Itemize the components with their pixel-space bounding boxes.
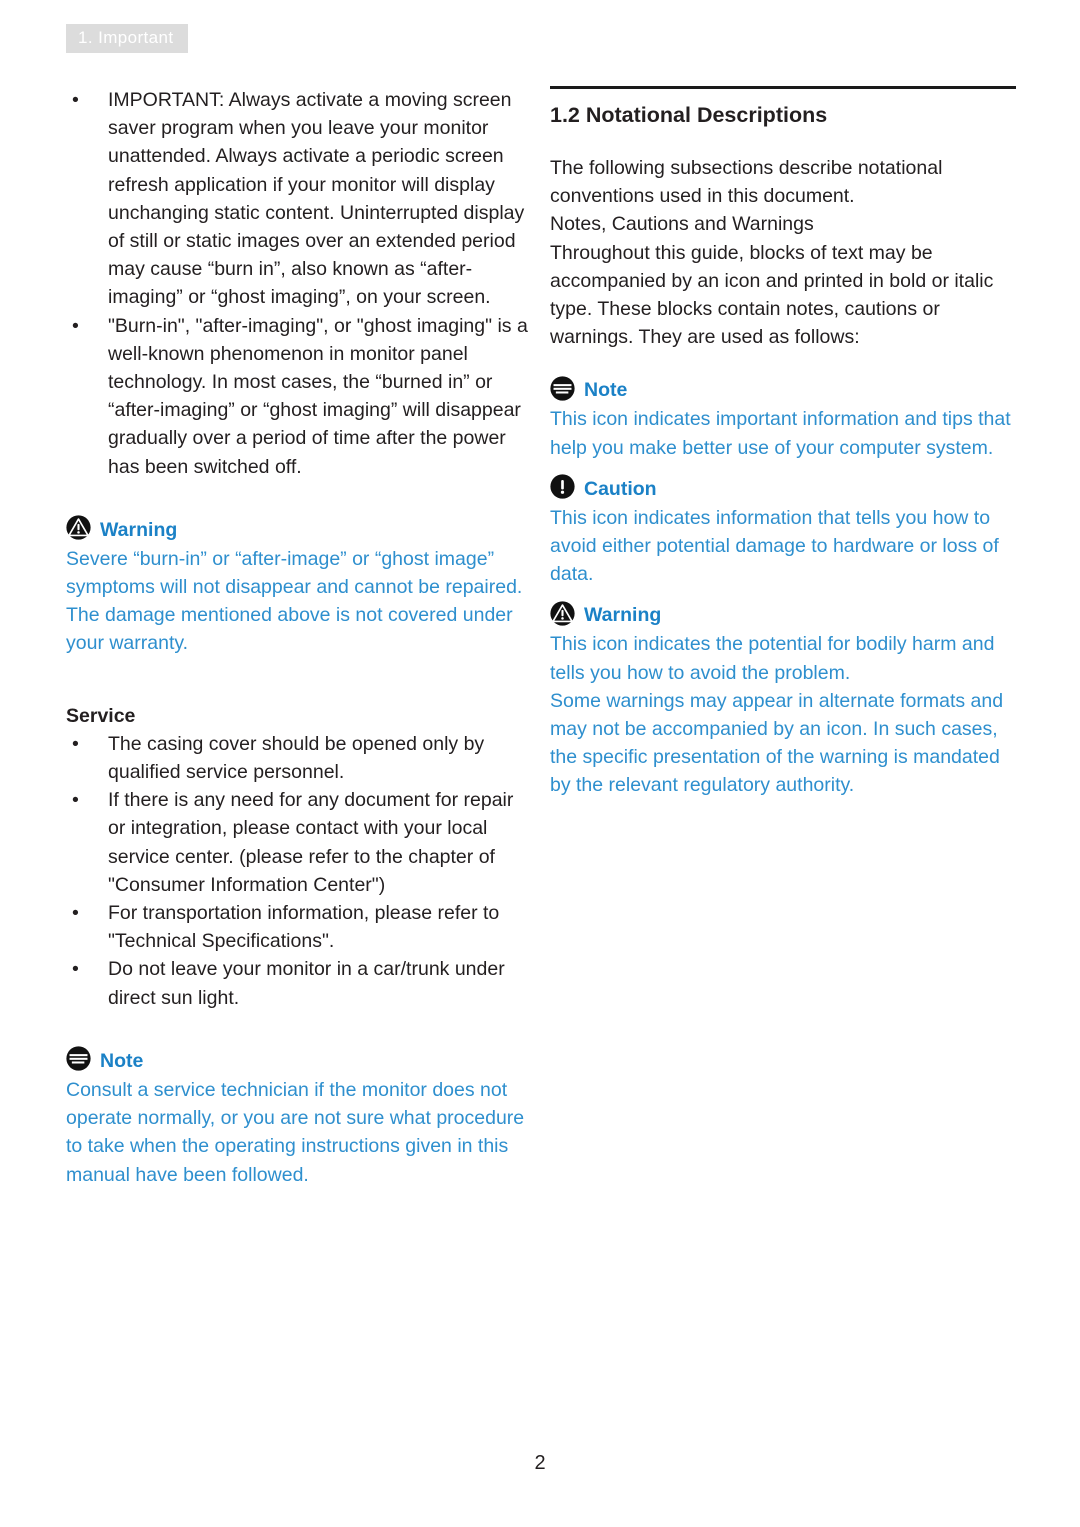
warning-triangle-icon	[66, 515, 91, 545]
bullet-text: For transportation information, please r…	[108, 902, 500, 953]
warning-triangle-icon	[550, 601, 575, 631]
bullet-text: IMPORTANT: Always activate a moving scre…	[108, 89, 525, 309]
list-item: • IMPORTANT: Always activate a moving sc…	[66, 86, 536, 312]
service-bullet-list: • The casing cover should be opened only…	[66, 730, 536, 1012]
service-heading: Service	[66, 704, 136, 727]
important-bullet-list: • IMPORTANT: Always activate a moving sc…	[66, 86, 536, 481]
section-title: 1.2 Notational Descriptions	[550, 103, 828, 127]
intro-paragraph: The following subsections describe notat…	[550, 157, 943, 208]
note-lines-icon	[550, 376, 575, 406]
caution-exclamation-icon	[550, 474, 575, 504]
bullet-glyph: •	[72, 314, 79, 337]
left-column: • IMPORTANT: Always activate a moving sc…	[66, 86, 536, 1189]
intro-paragraph: Throughout this guide, blocks of text ma…	[550, 241, 994, 349]
warning-callout-right: Warning This icon indicates the potentia…	[550, 601, 1020, 799]
callout-header: Caution	[550, 474, 1020, 504]
callout-body: This icon indicates the potential for bo…	[550, 633, 995, 684]
warning-callout-left: Warning Severe “burn-in” or “after-image…	[66, 515, 536, 658]
bullet-text: The casing cover should be opened only b…	[108, 732, 485, 784]
list-item: • "Burn-in", "after-imaging", or "ghost …	[66, 312, 536, 481]
callout-title: Warning	[100, 518, 178, 541]
bullet-text: If there is any need for any document fo…	[108, 789, 514, 896]
section-divider-rule	[550, 86, 1016, 89]
callout-title: Caution	[584, 477, 657, 500]
running-head-chapter-tab: 1. Important	[66, 24, 188, 53]
callout-body: Severe “burn-in” or “after-image” or “gh…	[66, 547, 523, 655]
bullet-glyph: •	[72, 732, 79, 755]
bullet-glyph: •	[72, 789, 79, 812]
callout-body: This icon indicates information that tel…	[550, 506, 999, 586]
bullet-glyph: •	[72, 902, 79, 925]
list-item: • For transportation information, please…	[66, 899, 536, 955]
intro-paragraph: Notes, Cautions and Warnings	[550, 213, 814, 236]
note-callout-right: Note This icon indicates important infor…	[550, 376, 1020, 461]
list-item: • Do not leave your monitor in a car/tru…	[66, 955, 536, 1011]
callout-title: Warning	[584, 604, 662, 627]
note-callout-left: Note Consult a service technician if the…	[66, 1046, 536, 1189]
document-page: 1. Important • IMPORTANT: Always activat…	[0, 0, 1080, 1527]
callout-title: Note	[100, 1049, 144, 1072]
list-item: • The casing cover should be opened only…	[66, 730, 536, 786]
bullet-glyph: •	[72, 89, 79, 111]
callout-body: Consult a service technician if the moni…	[66, 1078, 525, 1186]
callout-header: Note	[550, 376, 1020, 406]
callout-body: This icon indicates important informatio…	[550, 408, 1011, 459]
callout-header: Warning	[550, 601, 1020, 631]
callout-title: Note	[584, 379, 628, 402]
right-column: 1.2 Notational Descriptions The followin…	[550, 86, 1020, 800]
caution-callout-right: Caution This icon indicates information …	[550, 474, 1020, 589]
bullet-text: Do not leave your monitor in a car/trunk…	[108, 958, 505, 1009]
callout-header: Warning	[66, 515, 536, 545]
bullet-glyph: •	[72, 958, 79, 981]
callout-body: Some warnings may appear in alternate fo…	[550, 689, 1004, 797]
callout-header: Note	[66, 1046, 536, 1076]
note-lines-icon	[66, 1046, 91, 1076]
page-number: 2	[534, 1452, 546, 1474]
bullet-text: "Burn-in", "after-imaging", or "ghost im…	[108, 314, 528, 478]
list-item: • If there is any need for any document …	[66, 786, 536, 899]
